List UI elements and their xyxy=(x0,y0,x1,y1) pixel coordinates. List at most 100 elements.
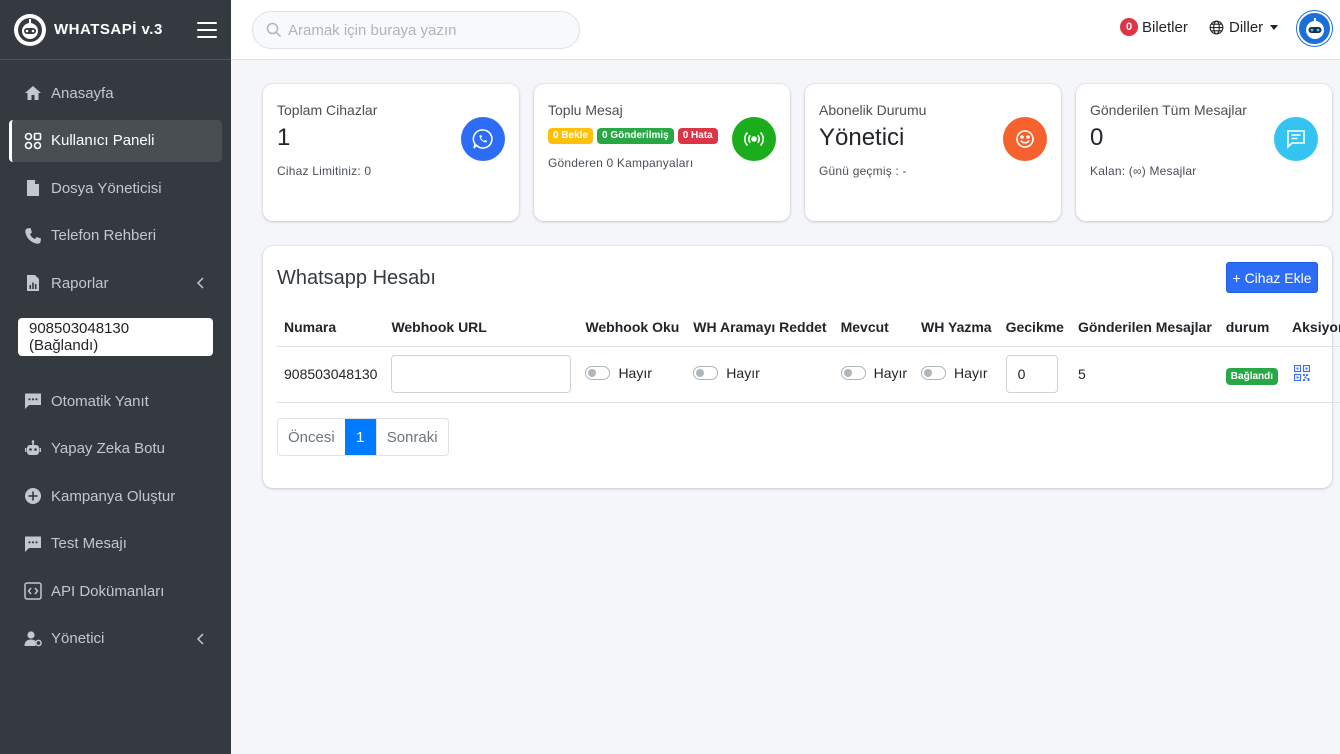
tickets-count-badge: 0 xyxy=(1120,18,1138,36)
sidebar-item-otomatik-yanit[interactable]: Otomatik Yanıt xyxy=(9,380,222,422)
card-subscription: Abonelik Durumu Yönetici Günü geçmiş : - xyxy=(805,84,1061,221)
sidebar-item-label: Yapay Zeka Botu xyxy=(51,440,165,457)
sidebar-item-label: Anasayfa xyxy=(51,84,114,102)
sidebar-item-label: Dosya Yöneticisi xyxy=(51,179,162,197)
webhook-url-input[interactable] xyxy=(391,355,572,393)
sidebar-item-label: Kullanıcı Paneli xyxy=(51,132,155,149)
section-title: Whatsapp Hesabı xyxy=(277,267,436,289)
sidebar-item-label: API Dokümanları xyxy=(51,582,165,600)
sidebar-item-api-dokumanlari[interactable]: API Dokümanları xyxy=(9,570,222,612)
brand-title[interactable]: WHATSAPİ v.3 xyxy=(54,21,197,38)
cell-typing: Hayır xyxy=(914,346,999,403)
sidebar-nav: Anasayfa Kullanıcı Paneli Dosya Yönetici… xyxy=(0,60,231,660)
typing-toggle[interactable]: Hayır xyxy=(921,365,988,381)
sidebar-item-kullanici-paneli[interactable]: Kullanıcı Paneli xyxy=(9,119,222,162)
toggle-label: Hayır xyxy=(618,365,652,381)
card-subtitle: Kalan: (∞) Mesajlar xyxy=(1090,164,1197,178)
toggle-switch[interactable] xyxy=(921,366,947,380)
cell-status: Bağlandı xyxy=(1218,346,1286,403)
user-avatar[interactable] xyxy=(1297,11,1332,46)
search-icon xyxy=(266,22,282,38)
whatsapp-icon xyxy=(461,117,505,161)
sidebar-item-label: Yönetici xyxy=(51,630,105,647)
code-icon xyxy=(23,581,43,601)
status-badge: Bağlandı xyxy=(1225,368,1279,385)
toggle-switch[interactable] xyxy=(585,366,611,380)
cell-available: Hayır xyxy=(833,346,915,403)
search-box[interactable] xyxy=(252,11,580,49)
cell-webhook-read: Hayır xyxy=(578,346,687,403)
robot-avatar-icon xyxy=(1305,17,1324,39)
message-icon xyxy=(23,534,43,554)
message-icon xyxy=(23,391,43,411)
add-device-button[interactable]: + Cihaz Ekle xyxy=(1226,262,1318,293)
menu-toggle-icon[interactable] xyxy=(197,21,217,38)
accounts-table: Numara Webhook URL Webhook Oku WH Aramay… xyxy=(277,309,1340,403)
pagination-page-1[interactable]: 1 xyxy=(344,419,376,455)
brand-logo-icon[interactable] xyxy=(14,13,46,46)
chevron-left-icon xyxy=(196,277,204,289)
card-bulk-message: Toplu Mesaj 0 Bekle 0 Gönderilmiş 0 Hata… xyxy=(534,84,790,221)
delay-input[interactable] xyxy=(1005,355,1058,393)
sidebar-item-raporlar[interactable]: Raporlar xyxy=(9,262,222,304)
toggle-switch[interactable] xyxy=(693,366,719,380)
pagination: Öncesi 1 Sonraki xyxy=(277,418,449,456)
file-icon xyxy=(23,178,43,198)
col-webhook-read: Webhook Oku xyxy=(578,309,687,347)
col-reject-calls: WH Aramayı Reddet xyxy=(686,309,834,347)
smile-icon xyxy=(1003,117,1047,161)
languages-label: Diller xyxy=(1229,19,1264,36)
cell-delay xyxy=(998,346,1071,403)
sidebar: WHATSAPİ v.3 Anasayfa Kullanıcı Paneli D… xyxy=(0,0,231,754)
top-header: 0 Biletler Diller xyxy=(231,0,1340,60)
sidebar-item-anasayfa[interactable]: Anasayfa xyxy=(9,72,222,114)
chat-icon xyxy=(1274,117,1318,161)
error-badge: 0 Hata xyxy=(677,128,718,144)
phone-icon xyxy=(23,226,43,246)
report-icon xyxy=(23,273,43,293)
col-actions: Aksiyon xyxy=(1285,309,1340,347)
sidebar-item-label: Telefon Rehberi xyxy=(51,227,157,244)
table-row: 908503048130 Hayır Hayır Hayır Hayır 0 5… xyxy=(277,346,1340,403)
toggle-label: Hayır xyxy=(873,365,908,381)
cell-reject-calls: Hayır xyxy=(686,346,834,403)
reject-calls-toggle[interactable]: Hayır xyxy=(693,365,760,381)
caret-down-icon xyxy=(1270,25,1279,30)
card-title: Toplam Cihazlar xyxy=(277,102,378,118)
card-subtitle: Cihaz Limitiniz: 0 xyxy=(277,164,372,178)
chevron-left-icon xyxy=(196,632,204,645)
available-toggle[interactable]: Hayır xyxy=(840,365,908,381)
card-title: Toplu Mesaj xyxy=(548,102,623,118)
toggle-label: Hayır xyxy=(726,365,760,381)
dashboard-icon xyxy=(23,131,43,151)
pagination-prev[interactable]: Öncesi xyxy=(278,419,345,455)
cell-actions xyxy=(1285,346,1340,403)
languages-dropdown[interactable]: Diller xyxy=(1209,19,1279,36)
card-title: Gönderilen Tüm Mesajlar xyxy=(1090,102,1247,118)
qr-code-icon[interactable] xyxy=(1294,364,1311,381)
card-total-devices: Toplam Cihazlar 1 Cihaz Limitiniz: 0 xyxy=(263,84,519,221)
tickets-label: Biletler xyxy=(1142,18,1188,36)
sent-badge: 0 Gönderilmiş xyxy=(597,128,674,144)
search-input[interactable] xyxy=(288,21,568,39)
sidebar-item-yapay-zeka-botu[interactable]: Yapay Zeka Botu xyxy=(9,428,222,470)
sidebar-item-dosya-yoneticisi[interactable]: Dosya Yöneticisi xyxy=(9,167,222,209)
webhook-read-toggle[interactable]: Hayır xyxy=(585,365,652,381)
toggle-label: Hayır xyxy=(954,365,988,381)
toggle-switch[interactable] xyxy=(840,366,866,380)
cell-sent: 5 xyxy=(1070,346,1219,403)
cell-number: 908503048130 xyxy=(277,346,385,403)
sidebar-item-kampanya-olustur[interactable]: Kampanya Oluştur xyxy=(9,475,222,517)
sidebar-item-yonetici[interactable]: Yönetici xyxy=(9,618,222,660)
card-total-messages: Gönderilen Tüm Mesajlar 0 Kalan: (∞) Mes… xyxy=(1076,84,1332,221)
pagination-next[interactable]: Sonraki xyxy=(375,419,448,455)
col-number: Numara xyxy=(277,309,385,347)
sidebar-item-telefon-rehberi[interactable]: Telefon Rehberi xyxy=(9,215,222,257)
device-select[interactable]: 908503048130 (Bağlandı) xyxy=(18,318,213,356)
brand: WHATSAPİ v.3 xyxy=(0,0,231,60)
tickets-link[interactable]: 0 Biletler xyxy=(1120,18,1188,36)
col-delay: Gecikme xyxy=(998,309,1071,347)
card-subtitle: Gönderen 0 Kampanyaları xyxy=(548,156,694,170)
sidebar-item-test-mesaji[interactable]: Test Mesajı xyxy=(9,523,222,565)
plus-circle-icon xyxy=(23,486,43,506)
